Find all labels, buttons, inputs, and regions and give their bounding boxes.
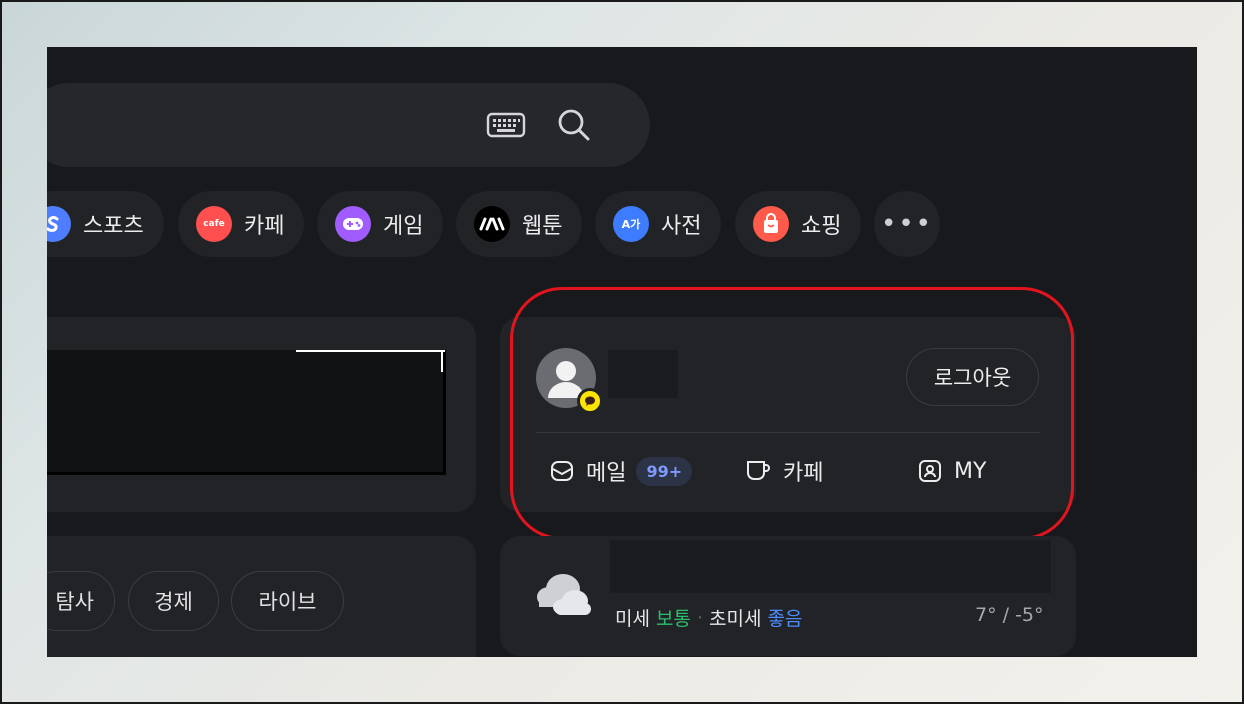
quick-link-label: 스포츠 <box>83 214 144 239</box>
dictionary-icon: A가 <box>613 206 649 242</box>
air-quality: 미세 보통 · 초미세 좋음 <box>615 604 802 631</box>
temperature: 7° / -5° <box>975 604 1044 626</box>
divider <box>536 432 1040 433</box>
mail-icon <box>551 461 573 481</box>
quick-link-sports[interactable]: 스포츠 <box>47 191 164 257</box>
separator: · <box>696 606 703 629</box>
cafe-cup-icon <box>747 461 770 480</box>
divider <box>441 350 443 372</box>
search-icon[interactable] <box>556 107 592 143</box>
quick-link-label: 웹툰 <box>522 214 563 239</box>
redacted-area <box>47 350 446 475</box>
cafe-label: 카페 <box>783 461 824 486</box>
sports-icon <box>47 206 71 242</box>
dust-label: 미세 <box>615 608 650 630</box>
user-name-redacted <box>608 350 678 398</box>
tab-investigation[interactable]: 탐사 <box>47 571 115 631</box>
portal-panel: 스포츠 cafe 카페 게임 웹툰 A가 사전 쇼핑 ••• 로그아웃 메일 9… <box>47 47 1197 657</box>
more-button[interactable]: ••• <box>874 191 940 257</box>
tab-live[interactable]: 라이브 <box>231 571 344 631</box>
more-icon: ••• <box>880 209 933 239</box>
account-card: 로그아웃 메일 99+ 카페 MY <box>500 317 1076 512</box>
mail-label: 메일 <box>586 461 627 486</box>
my-label: MY <box>954 458 987 484</box>
quick-link-label: 쇼핑 <box>801 214 842 239</box>
cloudy-weather-icon <box>537 574 591 615</box>
quick-link-label: 카페 <box>244 214 285 239</box>
search-bar[interactable] <box>47 83 650 167</box>
tab-economy[interactable]: 경제 <box>128 571 219 631</box>
kakao-badge-icon <box>577 388 603 414</box>
quick-link-label: 게임 <box>383 214 424 239</box>
cafe-icon: cafe <box>196 206 232 242</box>
quick-link-dictionary[interactable]: A가 사전 <box>595 191 722 257</box>
fine-dust-value: 좋음 <box>767 608 803 630</box>
logout-button[interactable]: 로그아웃 <box>906 348 1039 406</box>
quick-link-shopping[interactable]: 쇼핑 <box>735 191 862 257</box>
quick-link-cafe[interactable]: cafe 카페 <box>178 191 305 257</box>
webtoon-icon <box>474 206 510 242</box>
cafe-link[interactable]: 카페 <box>745 453 823 489</box>
quick-link-webtoon[interactable]: 웹툰 <box>456 191 583 257</box>
weather-redacted <box>610 540 1051 593</box>
shopping-icon <box>753 206 789 242</box>
fine-dust-label: 초미세 <box>708 608 762 630</box>
dust-value: 보통 <box>655 608 691 630</box>
my-link[interactable]: MY <box>918 453 986 489</box>
mail-count-badge: 99+ <box>636 456 693 486</box>
my-profile-icon <box>919 460 941 482</box>
mail-link[interactable]: 메일 99+ <box>550 453 693 489</box>
divider <box>296 350 445 352</box>
keyboard-icon[interactable] <box>486 110 526 140</box>
quick-link-game[interactable]: 게임 <box>317 191 444 257</box>
game-icon <box>335 206 371 242</box>
quick-link-label: 사전 <box>661 214 702 239</box>
